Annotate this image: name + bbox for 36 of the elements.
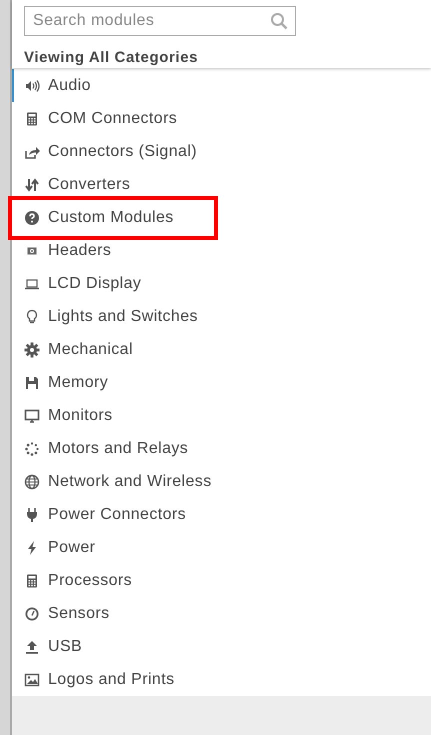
image-icon — [24, 672, 40, 688]
gauge-icon — [24, 606, 40, 622]
category-item[interactable]: Lights and Switches — [12, 300, 431, 333]
category-item[interactable]: Custom Modules — [12, 201, 431, 234]
category-item[interactable]: Monitors — [12, 399, 431, 432]
gear-icon — [24, 342, 40, 358]
up-down-arrows-icon — [24, 176, 40, 192]
category-item[interactable]: Sensors — [12, 597, 431, 630]
category-item[interactable]: Connectors (Signal) — [12, 135, 431, 168]
calculator-icon — [24, 110, 40, 126]
search-icon — [270, 12, 288, 30]
speaker-icon — [24, 78, 40, 94]
category-item[interactable]: Logos and Prints — [12, 663, 431, 696]
category-item[interactable]: USB — [12, 630, 431, 663]
category-item[interactable]: Headers — [12, 234, 431, 267]
category-item[interactable]: Memory — [12, 366, 431, 399]
calculator-icon — [24, 572, 40, 588]
category-heading: Viewing All Categories — [24, 49, 198, 66]
category-item[interactable]: Power Connectors — [12, 498, 431, 531]
category-item[interactable]: Audio — [12, 69, 431, 102]
category-item[interactable]: Power — [12, 531, 431, 564]
spinner-icon — [24, 440, 40, 456]
monitor-icon — [24, 408, 40, 424]
category-item[interactable]: Converters — [12, 168, 431, 201]
category-item[interactable]: Processors — [12, 564, 431, 597]
globe-icon — [24, 474, 40, 490]
search-field[interactable]: Search modules — [24, 6, 296, 36]
category-item[interactable]: LCD Display — [12, 267, 431, 300]
light-bulb-icon — [24, 308, 40, 324]
category-item[interactable]: Motors and Relays — [12, 432, 431, 465]
question-icon — [24, 210, 40, 226]
category-item[interactable]: COM Connectors — [12, 102, 431, 135]
category-item[interactable]: Mechanical — [12, 333, 431, 366]
plug-icon — [24, 506, 40, 522]
category-item[interactable]: Network and Wireless — [12, 465, 431, 498]
upload-icon — [24, 638, 40, 654]
